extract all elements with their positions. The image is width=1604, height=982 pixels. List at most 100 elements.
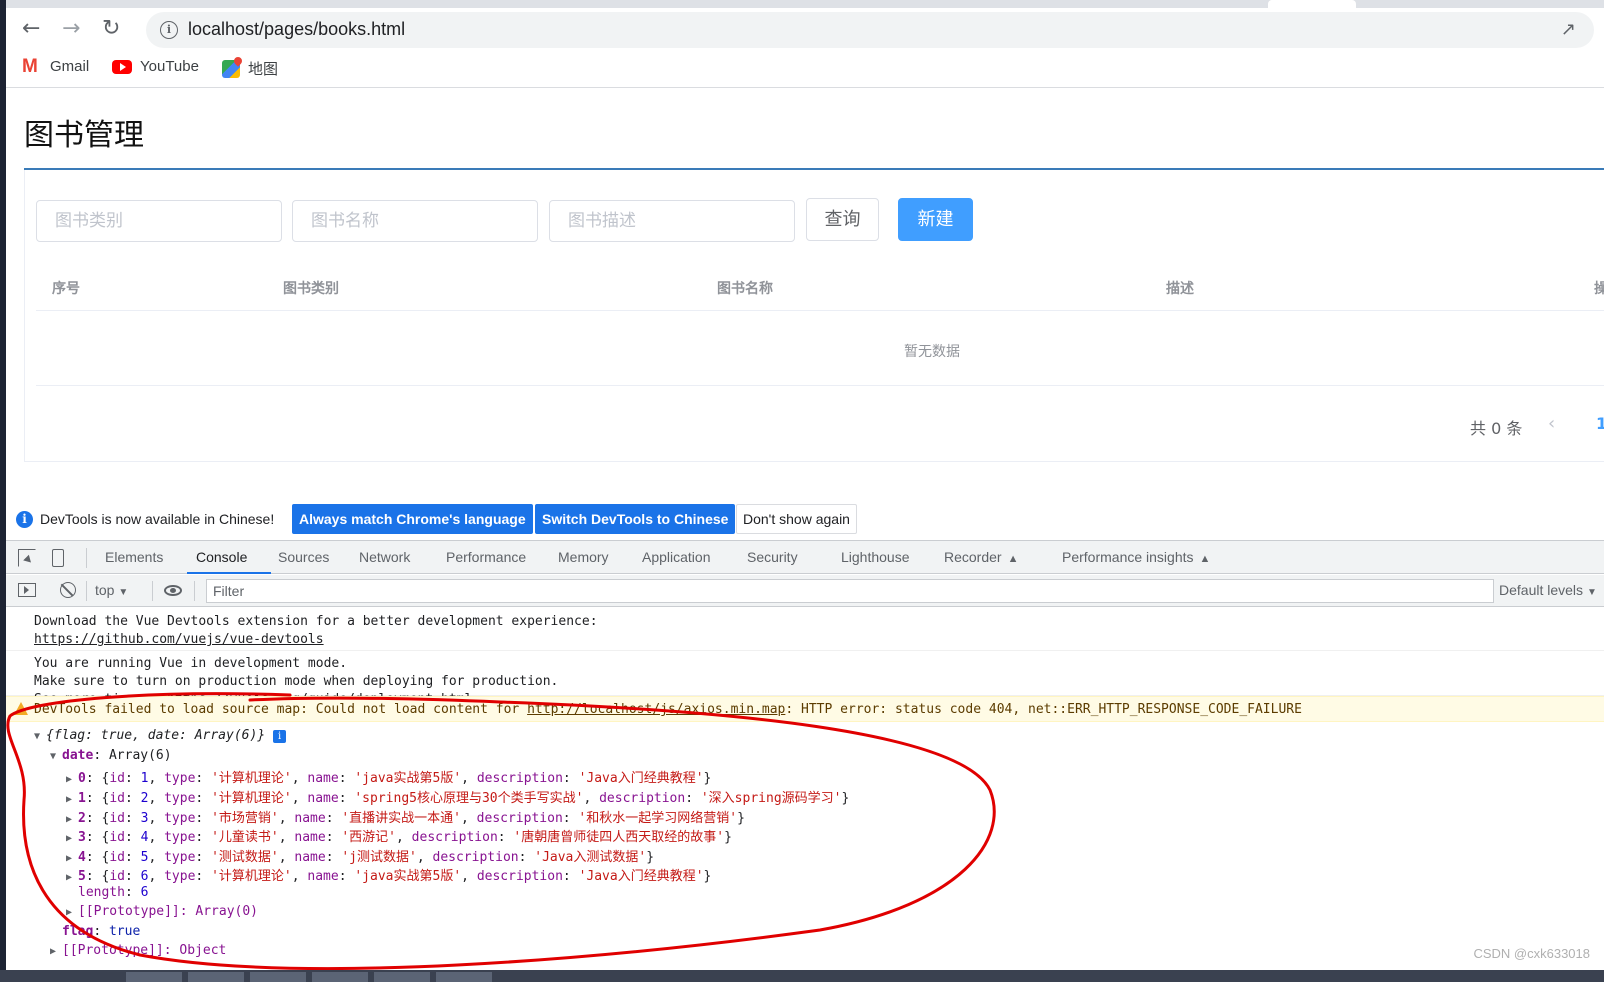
tab-memory[interactable]: Memory (558, 549, 609, 565)
bookmark-gmail[interactable]: Gmail (22, 56, 89, 78)
share-icon[interactable]: ↗ (1561, 19, 1576, 40)
console-message-devtools: Download the Vue Devtools extension for … (6, 608, 1604, 651)
always-match-language-button[interactable]: Always match Chrome's language (292, 504, 533, 534)
tab-recorder[interactable]: Recorder ▲ (944, 549, 1018, 565)
log-levels-dropdown[interactable]: Default levels ▼ (1499, 582, 1597, 598)
prototype-label: [[Prototype]]: Array(0) (78, 904, 259, 919)
array-item-row[interactable]: ▶ 3: {id: 4, type: '儿童读书', name: '西游记', d… (66, 826, 732, 845)
log-levels-label: Default levels (1499, 582, 1584, 598)
dont-show-again-button[interactable]: Don't show again (736, 504, 857, 534)
taskbar-item[interactable] (188, 972, 244, 982)
column-header-index: 序号 (52, 281, 80, 297)
array-item-row[interactable]: ▶ 0: {id: 1, type: '计算机理论', name: 'java实战… (66, 767, 711, 786)
console-toolbar: top ▼ Default levels ▼ (6, 575, 1604, 607)
forward-arrow-icon[interactable]: → (62, 18, 80, 40)
address-url[interactable]: localhost/pages/books.html (188, 19, 405, 40)
item-description: 'Java入测试数据' (534, 850, 647, 865)
switch-to-chinese-button[interactable]: Switch DevTools to Chinese (535, 504, 736, 534)
taskbar-item[interactable] (126, 972, 182, 982)
live-expression-eye-icon[interactable] (164, 585, 182, 596)
new-button[interactable]: 新建 (898, 198, 973, 241)
tab-application[interactable]: Application (642, 549, 711, 565)
tab-console[interactable]: Console (196, 549, 247, 565)
date-array-row[interactable]: ▼ date: Array(6) (50, 748, 172, 763)
maps-icon (222, 59, 240, 78)
devtools-language-infobar: i DevTools is now available in Chinese! … (6, 500, 1604, 538)
item-type: '测试数据' (211, 850, 279, 865)
expand-triangle-icon[interactable]: ▶ (66, 814, 78, 825)
expand-triangle-icon[interactable]: ▶ (66, 774, 78, 785)
tab-elements[interactable]: Elements (105, 549, 163, 565)
back-arrow-icon[interactable]: ← (22, 18, 40, 40)
toolbar-separator (152, 581, 153, 601)
expand-triangle-icon[interactable]: ▶ (66, 794, 78, 805)
bookmarks-bar: Gmail YouTube 地图 (6, 52, 1604, 88)
tab-sources[interactable]: Sources (278, 549, 329, 565)
warning-text: DevTools failed to load source map: Coul… (34, 702, 1302, 717)
array-item-row[interactable]: ▶ 5: {id: 6, type: '计算机理论', name: 'java实战… (66, 865, 711, 884)
youtube-icon (112, 59, 132, 74)
warning-prefix: DevTools failed to load source map: Coul… (34, 702, 528, 717)
bookmark-youtube[interactable]: YouTube (112, 58, 199, 75)
show-sidebar-icon[interactable] (18, 583, 36, 597)
book-description-input[interactable] (549, 200, 795, 242)
tab-security[interactable]: Security (747, 549, 798, 565)
device-toolbar-icon[interactable] (52, 549, 64, 567)
expand-triangle-icon[interactable]: ▼ (50, 751, 62, 762)
expand-triangle-icon[interactable]: ▶ (66, 853, 78, 864)
object-root-row[interactable]: ▼ {flag: true, date: Array(6)} i (34, 728, 287, 743)
item-index: 2 (78, 811, 86, 826)
expand-triangle-icon[interactable]: ▼ (34, 731, 46, 742)
item-description: '和秋水一起学习网络营销' (578, 811, 738, 826)
pagination-page-1[interactable]: 1 (1596, 414, 1604, 433)
context-selector[interactable]: top ▼ (95, 582, 128, 598)
property-value: true (108, 924, 141, 939)
book-type-input[interactable] (36, 200, 282, 242)
bookmark-maps[interactable]: 地图 (222, 58, 278, 79)
item-description: '唐朝唐曾师徒四人西天取经的故事' (513, 830, 725, 845)
site-info-icon[interactable]: i (160, 21, 178, 39)
property-key: length (78, 885, 125, 900)
message-link[interactable]: https://github.com/vuejs/vue-devtools (34, 632, 324, 647)
tab-performance[interactable]: Performance (446, 549, 526, 565)
expand-triangle-icon[interactable]: ▶ (50, 946, 62, 957)
property-key: flag (62, 924, 94, 939)
item-type: '计算机理论' (211, 869, 292, 884)
taskbar-item[interactable] (250, 972, 306, 982)
tab-network[interactable]: Network (359, 549, 410, 565)
context-selector-label: top (95, 582, 115, 598)
taskbar-item[interactable] (312, 972, 368, 982)
chevron-down-icon: ▼ (1586, 587, 1597, 598)
inspect-element-icon[interactable] (18, 549, 36, 567)
array-item-row[interactable]: ▶ 2: {id: 3, type: '市场营销', name: '直播讲实战一本… (66, 807, 745, 826)
pagination-prev-icon[interactable]: ‹ (1548, 413, 1555, 434)
expand-triangle-icon[interactable]: ▶ (66, 907, 78, 918)
book-name-input[interactable] (292, 200, 538, 242)
item-id: 5 (140, 850, 149, 865)
item-index: 5 (78, 869, 86, 884)
tab-performance-insights[interactable]: Performance insights ▲ (1062, 549, 1210, 565)
warning-link[interactable]: http://localhost/js/axios.min.map (527, 702, 785, 717)
reload-icon[interactable]: ↻ (102, 18, 120, 40)
console-message-dev-mode: You are running Vue in development mode.… (6, 652, 1604, 707)
array-item-row[interactable]: ▶ 4: {id: 5, type: '测试数据', name: 'j测试数据',… (66, 846, 654, 865)
object-prototype-row[interactable]: ▶ [[Prototype]]: Object (50, 943, 226, 958)
taskbar-item[interactable] (436, 972, 492, 982)
address-bar[interactable]: i localhost/pages/books.html ↗ (146, 12, 1594, 48)
object-summary: {flag: true, date: Array(6)} (46, 728, 266, 743)
info-badge-icon[interactable]: i (273, 730, 287, 743)
console-filter-input[interactable] (206, 579, 1494, 603)
array-item-row[interactable]: ▶ 1: {id: 2, type: '计算机理论', name: 'spring… (66, 787, 849, 806)
infobar-message: DevTools is now available in Chinese! (40, 511, 275, 527)
array-prototype-row[interactable]: ▶ [[Prototype]]: Array(0) (66, 904, 258, 919)
tab-lighthouse[interactable]: Lighthouse (841, 549, 910, 565)
expand-triangle-icon[interactable]: ▶ (66, 833, 78, 844)
active-tab[interactable] (1268, 0, 1356, 8)
expand-triangle-icon[interactable]: ▶ (66, 872, 78, 883)
query-button[interactable]: 查询 (806, 198, 879, 241)
console-log: Download the Vue Devtools extension for … (6, 608, 1604, 982)
watermark: CSDN @cxk633018 (1473, 946, 1590, 961)
item-name: 'j测试数据' (341, 850, 417, 865)
clear-console-icon[interactable] (60, 582, 76, 598)
taskbar-item[interactable] (374, 972, 430, 982)
